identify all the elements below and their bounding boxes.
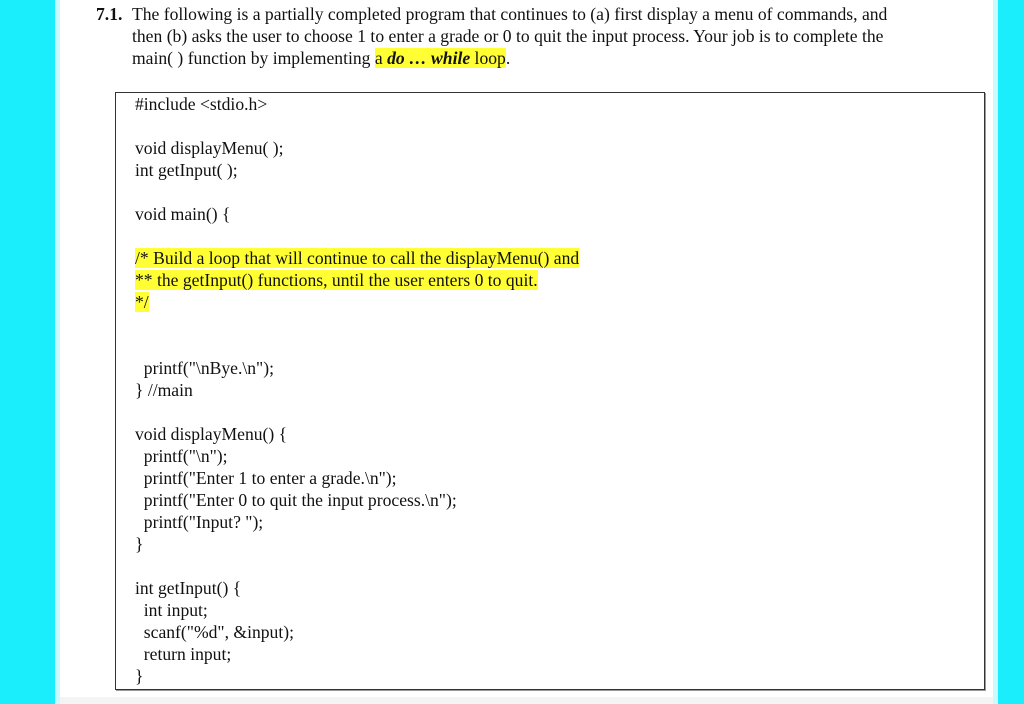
code-line: scanf("%d", &input); — [135, 621, 579, 643]
highlighted-comment-text: ** the getInput() functions, until the u… — [135, 270, 538, 290]
highlight-article: a — [374, 48, 388, 68]
question-line-3-prefix: main( ) function by implementing — [132, 48, 375, 68]
code-text: printf("Enter 1 to enter a grade.\n"); — [135, 468, 397, 488]
code-text: void displayMenu() { — [135, 424, 288, 444]
question-line-1: The following is a partially completed p… — [132, 4, 888, 24]
code-text: printf("Enter 0 to quit the input proces… — [135, 490, 457, 510]
code-text: } — [135, 666, 144, 686]
question-line-3-suffix: . — [505, 48, 511, 68]
code-text: } //main — [135, 380, 193, 400]
code-line: printf("Input? "); — [135, 511, 579, 533]
code-text: int getInput( ); — [135, 160, 238, 180]
code-text: printf("\nBye.\n"); — [135, 358, 274, 378]
code-line: void displayMenu( ); — [135, 137, 579, 159]
code-text: #include <stdio.h> — [135, 94, 268, 114]
code-text: printf("Input? "); — [135, 512, 264, 532]
code-line: printf("Enter 0 to quit the input proces… — [135, 489, 579, 511]
code-line: } //main — [135, 379, 579, 401]
code-text: int input; — [135, 600, 208, 620]
code-line: ** the getInput() functions, until the u… — [135, 269, 579, 291]
code-line: } — [135, 665, 579, 687]
question-line-3: main( ) function by implementing a do … … — [132, 47, 976, 69]
code-line: #include <stdio.h> — [135, 93, 579, 115]
code-line: void main() { — [135, 203, 579, 225]
code-text: scanf("%d", &input); — [135, 622, 294, 642]
question-text: The following is a partially completed p… — [132, 3, 976, 69]
code-text: } — [135, 534, 144, 554]
question-number: 7.1. — [96, 4, 123, 24]
code-line: int getInput() { — [135, 577, 579, 599]
question-block: 7.1. The following is a partially comple… — [96, 3, 976, 69]
bottom-strip — [60, 697, 993, 704]
code-text: printf("\n"); — [135, 446, 228, 466]
code-text: return input; — [135, 644, 232, 664]
code-listing: #include <stdio.h> void displayMenu( ); in… — [135, 93, 580, 687]
code-text: int getInput() { — [135, 578, 242, 598]
code-line: int input; — [135, 599, 579, 621]
code-line: printf("Enter 1 to enter a grade.\n"); — [135, 467, 579, 489]
code-line: return input; — [135, 643, 579, 665]
left-margin-bar — [0, 0, 55, 704]
highlighted-instruction: a do … while loop — [374, 48, 506, 68]
do-while-keyword: do … while — [387, 48, 471, 68]
highlighted-comment-text: */ — [135, 292, 149, 312]
highlight-loop: loop — [470, 48, 506, 68]
code-text: void displayMenu( ); — [135, 138, 284, 158]
code-line: } — [135, 533, 579, 555]
code-text: void main() { — [135, 204, 231, 224]
right-margin-bar — [998, 0, 1024, 704]
highlighted-comment-text: /* Build a loop that will continue to ca… — [135, 248, 580, 268]
code-line: */ — [135, 291, 579, 313]
left-margin-edge — [55, 0, 60, 704]
code-line: int getInput( ); — [135, 159, 579, 181]
code-line: /* Build a loop that will continue to ca… — [135, 247, 580, 269]
question-line-2: then (b) asks the user to choose 1 to en… — [132, 26, 884, 46]
code-line: void displayMenu() { — [135, 423, 579, 445]
code-line: printf("\nBye.\n"); — [135, 357, 579, 379]
code-line: printf("\n"); — [135, 445, 579, 467]
code-box: #include <stdio.h> void displayMenu( ); in… — [115, 92, 985, 690]
